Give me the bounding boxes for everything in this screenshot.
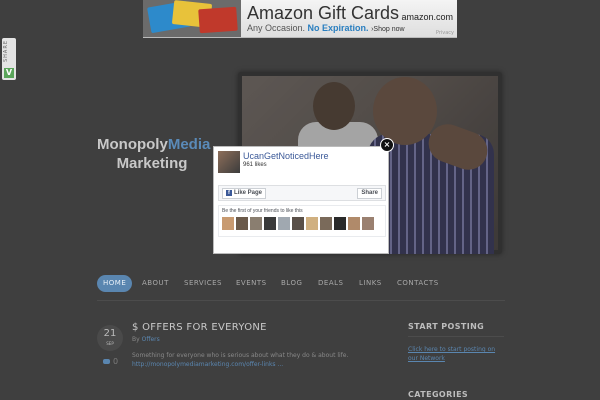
post-excerpt: Something for everyone who is serious ab… [132,351,372,369]
fb-friends-box: Be the first of your friends to like thi… [218,205,386,237]
share-tab-label: SHARE [3,40,9,62]
fb-friend-avatar[interactable] [250,217,262,230]
fb-friend-avatar[interactable] [334,217,346,230]
post-title[interactable]: $ OFFERS FOR EVERYONE [132,322,267,333]
nav-links[interactable]: LINKS [359,275,382,292]
site-logo[interactable]: MonopolyMedia Marketing [97,135,210,173]
fb-page-thumbnail[interactable] [218,151,240,173]
nav-about[interactable]: ABOUT [142,275,169,292]
ad-privacy-link[interactable]: Privacy [436,30,454,36]
post-comments-count[interactable]: 0 [103,357,118,366]
fb-friend-avatar[interactable] [264,217,276,230]
ad-headline: Amazon Gift Cards [247,3,400,23]
fb-friend-avatar[interactable] [320,217,332,230]
post-byline: By Offers [132,336,160,343]
start-posting-link[interactable]: Click here to start posting on our Netwo… [408,345,506,363]
fb-friend-avatar[interactable] [222,217,234,230]
nav-home[interactable]: HOME [97,275,133,292]
nav-blog[interactable]: BLOG [281,275,302,292]
fb-like-count: 961 likes [243,162,267,168]
post-excerpt-text: Something for everyone who is serious ab… [132,352,349,359]
fb-action-bar: f Like Page Share [218,185,386,201]
categories-heading: CATEGORIES [408,390,469,399]
nav-services[interactable]: SERVICES [184,275,222,292]
fb-page-name[interactable]: UcanGetNoticedHere [243,151,329,161]
ad-tagline: Any Occasion. No Expiration. ›Shop now [247,23,405,33]
fb-friend-avatar[interactable] [348,217,360,230]
post-link[interactable]: http://monopolymediamarketing.com/offer-… [132,360,372,369]
post-category-link[interactable]: Offers [142,336,160,343]
main-nav: HOME ABOUT SERVICES EVENTS BLOG DEALS LI… [97,275,505,292]
post-date-badge: 21 SEP [97,325,123,351]
nav-contacts[interactable]: CONTACTS [397,275,439,292]
start-posting-heading: START POSTING [408,322,485,331]
fb-friend-avatar[interactable] [362,217,374,230]
popup-close-button[interactable]: × [380,138,394,152]
amazon-logo: amazon.com [401,12,453,22]
sidebar-divider [408,336,504,337]
facebook-icon: f [226,190,232,196]
fb-friend-avatar[interactable] [278,217,290,230]
fb-friend-avatar[interactable] [306,217,318,230]
comment-bubble-icon [103,359,110,364]
fb-friend-avatar[interactable] [292,217,304,230]
fb-friend-avatar[interactable] [236,217,248,230]
nav-events[interactable]: EVENTS [236,275,267,292]
fb-share-button[interactable]: Share [357,188,382,199]
fb-like-page-button[interactable]: f Like Page [222,188,267,199]
facebook-page-popup: UcanGetNoticedHere 961 likes f Like Page … [213,146,389,254]
nav-divider [97,300,505,301]
share-v-icon: V [4,68,14,78]
share-tab[interactable]: SHARE V [2,38,16,80]
amazon-ad-banner[interactable]: Amazon Gift Cards Any Occasion. No Expir… [143,0,457,38]
gift-cards-image [143,0,241,37]
nav-deals[interactable]: DEALS [318,275,343,292]
fb-friends-text: Be the first of your friends to like thi… [222,208,303,214]
fb-friend-faces [222,217,376,231]
ad-shop-link[interactable]: ›Shop now [371,26,404,33]
